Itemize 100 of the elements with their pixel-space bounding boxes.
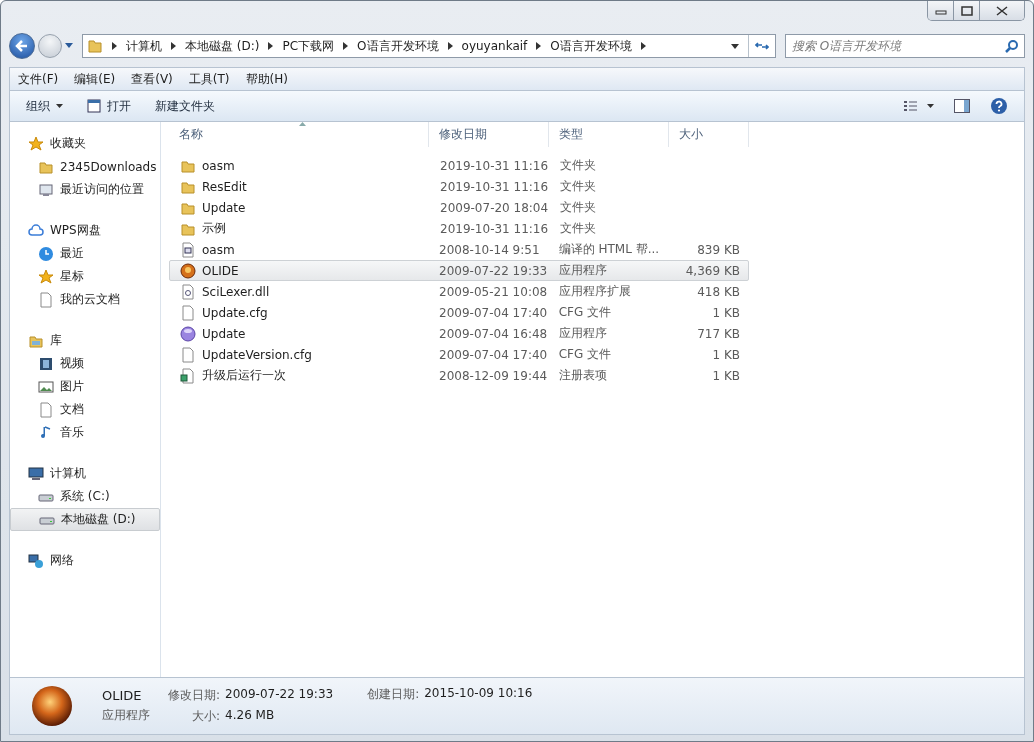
file-row[interactable]: OLIDE 2009-07-22 19:33 应用程序 4,369 KB — [169, 260, 749, 281]
file-name-cell: 示例 — [170, 219, 430, 238]
sidebar-item[interactable]: 最近 — [10, 242, 160, 265]
toolbar-button[interactable]: 打开 — [79, 94, 139, 118]
menu-item[interactable]: 工具(T) — [188, 70, 230, 88]
address-bar[interactable]: 计算机 本地磁盘 (D:) PC下载网 O语言开发环境 oyuyankaif O语言开发环境 — [82, 34, 776, 58]
file-row[interactable]: Update.cfg 2009-07-04 17:40 CFG 文件 1 KB — [169, 302, 749, 323]
help-icon — [990, 97, 1008, 115]
chevron-icon[interactable] — [343, 42, 349, 50]
file-name-cell: Update — [170, 198, 430, 217]
file-row[interactable]: oasm 2008-10-14 9:51 编译的 HTML 帮... 839 KB — [169, 239, 749, 260]
breadcrumb-item[interactable]: 计算机 — [126, 37, 162, 55]
file-name-cell: oasm — [170, 156, 430, 175]
table-cell-text: 2009-07-04 16:48 — [438, 325, 549, 343]
recent-places-icon — [38, 181, 54, 198]
breadcrumb-item[interactable]: O语言开发环境 — [357, 37, 439, 55]
menu-item[interactable]: 查看(V) — [131, 70, 173, 88]
chevron-icon[interactable] — [112, 42, 117, 50]
sidebar-item[interactable]: 图片 — [10, 375, 160, 398]
column-header[interactable]: 修改日期 — [429, 122, 549, 147]
sidebar-item[interactable]: 2345Downloads — [10, 155, 160, 178]
toolbar-button[interactable]: 组织 — [18, 94, 71, 118]
sidebar-group[interactable]: WPS网盘 — [10, 219, 160, 242]
sidebar-group[interactable]: 库 — [10, 329, 160, 352]
sidebar-item[interactable]: 本地磁盘 (D:) — [10, 508, 160, 531]
computer-icon — [28, 465, 44, 482]
flame-orb-icon — [30, 684, 74, 728]
table-cell-text: 4,369 KB — [684, 262, 741, 280]
sidebar-group[interactable]: 收藏夹 — [10, 132, 160, 155]
file-row[interactable]: 示例 2019-10-31 11:16 文件夹 — [169, 218, 749, 239]
file-row[interactable]: Update 2009-07-04 16:48 应用程序 717 KB — [169, 323, 749, 344]
toolbar-button[interactable]: 新建文件夹 — [147, 94, 223, 118]
table-cell-text: 文件夹 — [559, 157, 597, 174]
column-header[interactable]: 类型 — [549, 122, 669, 147]
chevron-icon[interactable] — [536, 42, 542, 50]
file-row[interactable]: oasm 2019-10-31 11:16 文件夹 — [169, 155, 749, 176]
table-cell-text: 应用程序 — [557, 262, 608, 279]
menu-item[interactable]: 文件(F) — [18, 70, 59, 88]
back-button[interactable] — [9, 33, 35, 59]
file-row[interactable]: SciLexer.dll 2009-05-21 10:08 应用程序扩展 418 KB — [169, 281, 749, 302]
table-cell-text: 2009-07-22 19:33 — [438, 262, 549, 280]
field-value: 2015-10-09 10:16 — [424, 686, 533, 702]
breadcrumb-item[interactable]: PC下载网 — [282, 37, 335, 55]
clock-icon — [38, 245, 54, 262]
table-cell-text: 应用程序 — [557, 325, 608, 342]
dropdown-arrow-icon[interactable] — [731, 43, 739, 49]
column-header[interactable]: 大小 — [669, 122, 749, 147]
menu-item[interactable]: 编辑(E) — [74, 70, 116, 88]
maximize-button[interactable] — [954, 1, 980, 20]
file-name: OLIDE — [102, 688, 143, 703]
document-icon — [38, 291, 54, 308]
chevron-icon[interactable] — [447, 42, 453, 50]
file-row[interactable]: UpdateVersion.cfg 2009-07-04 17:40 CFG 文件 1 KB — [169, 344, 749, 365]
breadcrumb-item[interactable]: oyuyankaif — [461, 39, 528, 53]
table-cell-text: 839 KB — [696, 241, 741, 259]
window-icon — [87, 99, 101, 113]
star-icon — [28, 135, 44, 152]
menu-item[interactable]: 帮助(H) — [245, 70, 288, 88]
sidebar-item[interactable]: 系统 (C:) — [10, 485, 160, 508]
maximize-icon — [960, 5, 973, 16]
caret-icon — [56, 104, 63, 108]
sidebar-item[interactable]: 文档 — [10, 398, 160, 421]
minimize-button[interactable] — [928, 1, 954, 20]
cube-document-icon — [180, 367, 196, 384]
star-icon — [38, 268, 54, 285]
file-name-cell: UpdateVersion.cfg — [170, 345, 430, 364]
table-cell-text: 2008-10-14 9:51 — [438, 241, 541, 259]
cloud-icon — [28, 222, 44, 239]
chevron-icon[interactable] — [171, 42, 176, 50]
sidebar-item[interactable]: 视频 — [10, 352, 160, 375]
sidebar-item[interactable]: 星标 — [10, 265, 160, 288]
sort-arrow-icon — [299, 122, 306, 126]
field-label: 创建日期: — [367, 686, 420, 703]
orb-icon — [180, 325, 196, 342]
sidebar-group[interactable]: 计算机 — [10, 462, 160, 485]
search-field[interactable]: 搜索 O语言开发环境 — [785, 34, 1025, 58]
close-button[interactable] — [980, 1, 1024, 20]
table-cell-text: CFG 文件 — [557, 304, 613, 321]
caret-icon[interactable] — [65, 43, 73, 49]
file-name-cell: 升级后运行一次 — [170, 366, 430, 385]
sidebar-item[interactable]: 最近访问的位置 — [10, 178, 160, 201]
arrow-left-icon — [14, 38, 30, 54]
chevron-icon[interactable] — [268, 42, 274, 50]
breadcrumb-item[interactable]: 本地磁盘 (D:) — [185, 37, 260, 55]
table-cell-text: 2019-10-31 11:16 — [439, 220, 550, 238]
file-row[interactable]: Update 2009-07-20 18:04 文件夹 — [169, 197, 749, 218]
table-cell-text: 注册表项 — [557, 367, 608, 384]
sidebar-item[interactable]: 我的云文档 — [10, 288, 160, 311]
file-row[interactable]: ResEdit 2019-10-31 11:16 文件夹 — [169, 176, 749, 197]
close-icon — [996, 5, 1008, 16]
sidebar-group[interactable]: 网络 — [10, 549, 160, 572]
refresh-icon — [755, 40, 769, 52]
chevron-icon[interactable] — [640, 42, 646, 50]
sidebar-item[interactable]: 音乐 — [10, 421, 160, 444]
table-cell-text: 文件夹 — [559, 199, 597, 216]
help-document-icon — [180, 241, 196, 258]
table-cell-text: 1 KB — [711, 367, 741, 385]
breadcrumb-item[interactable]: O语言开发环境 — [550, 37, 632, 55]
flame-orb-icon — [180, 262, 196, 279]
file-row[interactable]: 升级后运行一次 2008-12-09 19:44 注册表项 1 KB — [169, 365, 749, 386]
